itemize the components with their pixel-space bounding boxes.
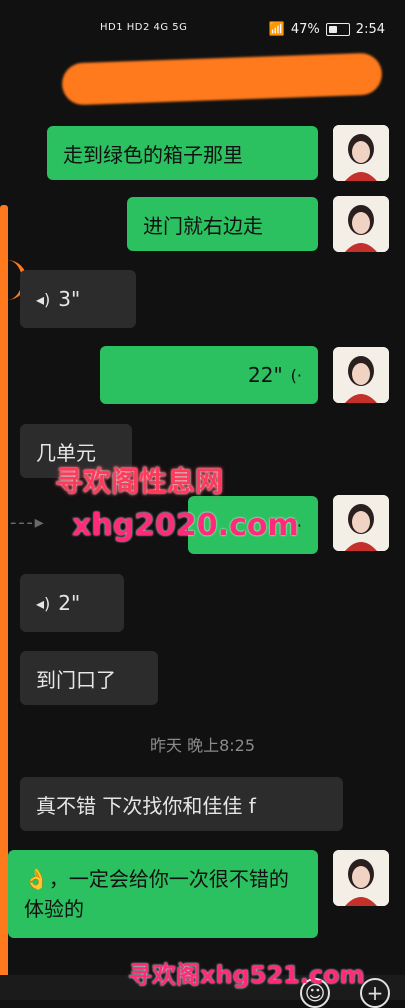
avatar[interactable]	[333, 850, 389, 906]
voice-message-incoming[interactable]: ◂) 2"	[20, 574, 124, 632]
battery-text: 47%	[290, 22, 320, 37]
battery-icon	[325, 23, 350, 36]
message-text: 走到绿色的箱子那里	[63, 142, 243, 167]
timestamp: 昨天 晚上8:25	[149, 736, 256, 755]
clock: 2:54	[355, 22, 385, 37]
orange-annotation-line	[0, 205, 8, 1000]
avatar[interactable]	[333, 495, 389, 551]
voice-wave-icon: ◂)	[36, 289, 51, 309]
message-text: 到门口了	[36, 667, 116, 692]
voice-wave-icon: (·	[290, 365, 302, 385]
message-text: 真不错 下次找你和佳佳 f	[36, 793, 256, 818]
voice-message-incoming[interactable]: ◂) 3"	[20, 270, 136, 328]
watermark-bottom: 寻欢阁xhg521.com	[128, 961, 365, 989]
message-text: 👌，一定会给你一次很不错的体验的	[24, 867, 289, 921]
message-text: 进门就右边走	[143, 213, 263, 238]
message-bubble-outgoing[interactable]: 走到绿色的箱子那里	[47, 126, 318, 180]
wifi-icon: 📶	[268, 22, 285, 37]
arrow-decoration: - - - ▸	[10, 512, 44, 533]
avatar[interactable]	[333, 196, 389, 252]
message-bubble-outgoing[interactable]: 👌，一定会给你一次很不错的体验的	[8, 850, 318, 938]
watermark-text: 寻欢阁性息网	[55, 465, 224, 498]
message-bubble-outgoing[interactable]: 进门就右边走	[127, 197, 318, 251]
voice-wave-icon: ◂)	[36, 593, 51, 613]
voice-duration: 3"	[58, 287, 81, 311]
message-bubble-incoming[interactable]: 真不错 下次找你和佳佳 f	[20, 777, 343, 831]
voice-duration: 22"	[248, 363, 283, 387]
watermark-url: xhg2020.com	[72, 508, 299, 543]
signal-text: HD1 HD2 4G 5G	[100, 22, 188, 33]
voice-duration: 2"	[58, 591, 81, 615]
avatar[interactable]	[333, 125, 389, 181]
avatar[interactable]	[333, 347, 389, 403]
status-right: 📶 47% 2:54	[269, 22, 385, 37]
signal-indicators: HD1 HD2 4G 5G	[100, 22, 187, 33]
voice-message-outgoing[interactable]: 22" (·	[100, 346, 318, 404]
message-bubble-incoming[interactable]: 到门口了	[20, 651, 158, 705]
